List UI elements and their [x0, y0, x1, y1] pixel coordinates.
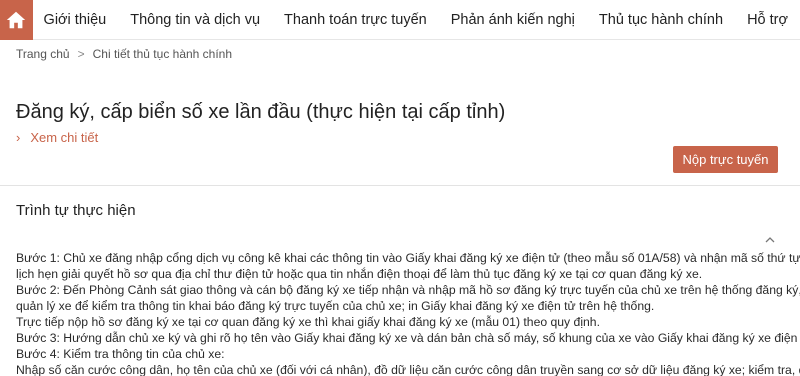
page-title: Đăng ký, cấp biển số xe lần đầu (thực hi… — [16, 101, 506, 123]
step-line: Bước 4: Kiểm tra thông tin của chủ xe: — [16, 347, 225, 361]
procedure-steps: Bước 1: Chủ xe đăng nhập cổng dịch vụ cô… — [16, 250, 800, 376]
breadcrumb-home-link[interactable]: Trang chủ — [16, 47, 70, 61]
section-title: Trình tự thực hiện — [16, 202, 136, 219]
step-line: Bước 1: Chủ xe đăng nhập cổng dịch vụ cô… — [16, 251, 800, 265]
nav-item-phan-anh[interactable]: Phản ánh kiến nghị — [439, 12, 587, 28]
divider — [0, 185, 800, 186]
nav-item-gioi-thieu[interactable]: Giới thiệu — [33, 12, 119, 28]
nav-item-thanh-toan[interactable]: Thanh toán trực tuyến — [272, 12, 439, 28]
nav-item-ho-tro[interactable]: Hỗ trợ — [735, 12, 800, 28]
step-line: Nhập số căn cước công dân, họ tên của ch… — [16, 363, 800, 376]
breadcrumb-current: Chi tiết thủ tục hành chính — [92, 47, 233, 61]
step-line: Bước 3: Hướng dẫn chủ xe ký và ghi rõ họ… — [16, 331, 800, 345]
chevron-right-icon: › — [16, 130, 21, 145]
chevron-up-icon[interactable] — [764, 235, 776, 245]
step-line: Bước 2: Đến Phòng Cảnh sát giao thông và… — [16, 283, 800, 297]
breadcrumb: Trang chủ > Chi tiết thủ tục hành chính — [16, 47, 232, 61]
home-button[interactable] — [0, 0, 33, 40]
step-line: Trực tiếp nộp hồ sơ đăng ký xe tại cơ qu… — [16, 315, 600, 329]
view-detail-label: Xem chi tiết — [30, 130, 99, 145]
step-line: quản lý xe để kiểm tra thông tin khai bá… — [16, 299, 655, 313]
nav-item-thong-tin-dich-vu[interactable]: Thông tin và dịch vụ — [118, 12, 272, 28]
submit-online-button[interactable]: Nộp trực tuyến — [673, 146, 778, 173]
home-icon — [7, 11, 26, 28]
nav-item-thu-tuc[interactable]: Thủ tục hành chính — [587, 12, 735, 28]
breadcrumb-separator-icon: > — [77, 47, 85, 61]
step-line: lịch hẹn giải quyết hồ sơ qua địa chỉ th… — [16, 267, 703, 281]
view-detail-link[interactable]: › Xem chi tiết — [16, 130, 98, 145]
top-navigation: Giới thiệu Thông tin và dịch vụ Thanh to… — [0, 0, 800, 40]
